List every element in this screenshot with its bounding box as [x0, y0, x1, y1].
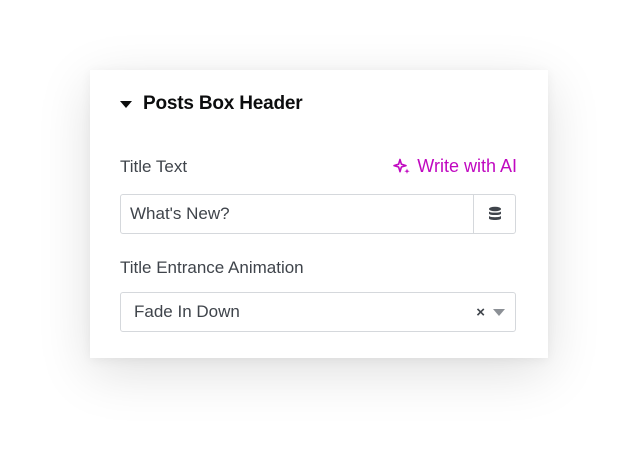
clear-x-icon[interactable]: ×: [476, 304, 485, 321]
write-with-ai-button[interactable]: Write with AI: [392, 156, 517, 177]
database-icon: [488, 206, 501, 221]
settings-panel: Posts Box Header Title Text Write with A…: [90, 70, 548, 358]
title-animation-select[interactable]: Fade In Down ×: [120, 292, 516, 332]
section-header-posts-box[interactable]: Posts Box Header: [120, 92, 303, 116]
title-animation-selected-value: Fade In Down: [134, 302, 240, 321]
title-text-label: Title Text: [120, 157, 188, 176]
title-text-input[interactable]: [121, 195, 473, 233]
title-animation-label: Title Entrance Animation: [120, 258, 304, 277]
dynamic-tags-button[interactable]: [473, 195, 515, 233]
caret-down-icon: [120, 101, 132, 108]
section-title: Posts Box Header: [143, 93, 303, 114]
sparkle-icon: [393, 158, 410, 174]
title-text-field: [120, 194, 516, 234]
chevron-down-icon[interactable]: [493, 308, 505, 316]
write-with-ai-label: Write with AI: [417, 156, 517, 176]
